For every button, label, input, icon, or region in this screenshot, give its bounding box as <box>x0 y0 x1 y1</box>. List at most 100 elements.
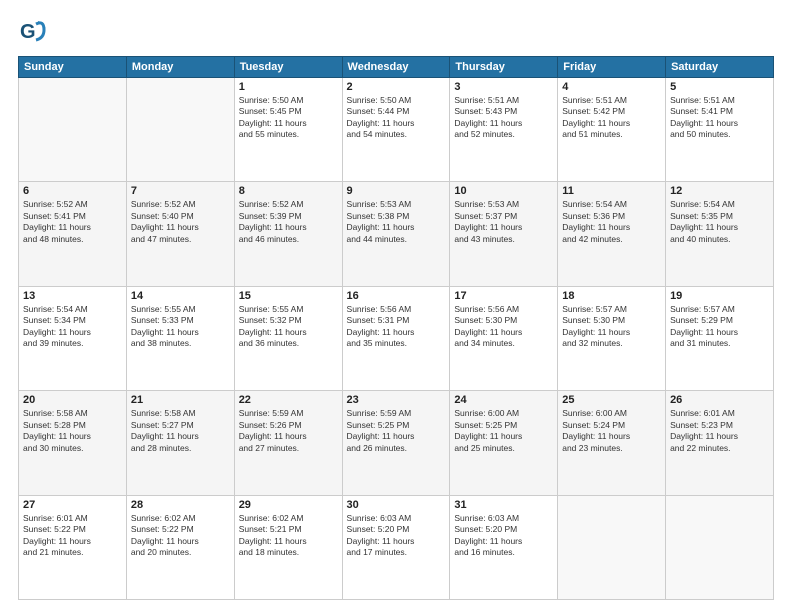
day-number: 3 <box>454 81 553 93</box>
calendar-day-cell: 4 Sunrise: 5:51 AM Sunset: 5:42 PM Daylig… <box>558 78 666 182</box>
calendar-day-cell: 25Sunrise: 6:00 AM Sunset: 5:24 PM Dayli… <box>558 391 666 495</box>
calendar-day-cell: 1Sunrise: 5:50 AM Sunset: 5:45 PM Daylig… <box>234 78 342 182</box>
calendar-day-cell <box>558 495 666 599</box>
day-info: Sunrise: 5:52 AM Sunset: 5:39 PM Dayligh… <box>239 199 338 245</box>
day-info: Sunrise: 5:56 AM Sunset: 5:31 PM Dayligh… <box>347 304 446 350</box>
day-number: 11 <box>562 185 661 197</box>
calendar-day-cell: 12 Sunrise: 5:54 AM Sunset: 5:35 PM Dayli… <box>666 182 774 286</box>
logo-icon: G <box>18 18 46 46</box>
day-number: 30 <box>347 499 446 511</box>
day-number: 9 <box>347 185 446 197</box>
day-number: 2 <box>347 81 446 93</box>
day-info: Sunrise: 6:01 AM Sunset: 5:22 PM Dayligh… <box>23 513 122 559</box>
calendar-day-cell: 22Sunrise: 5:59 AM Sunset: 5:26 PM Dayli… <box>234 391 342 495</box>
day-info: Sunrise: 5:58 AM Sunset: 5:27 PM Dayligh… <box>131 408 230 454</box>
day-info: Sunrise: 5:52 AM Sunset: 5:41 PM Dayligh… <box>23 199 122 245</box>
day-info: Sunrise: 5:54 AM Sunset: 5:36 PM Dayligh… <box>562 199 661 245</box>
day-info: Sunrise: 5:52 AM Sunset: 5:40 PM Dayligh… <box>131 199 230 245</box>
weekday-header-cell: Thursday <box>450 57 558 78</box>
calendar-day-cell: 3 Sunrise: 5:51 AM Sunset: 5:43 PM Daylig… <box>450 78 558 182</box>
weekday-header-cell: Friday <box>558 57 666 78</box>
calendar-day-cell: 31 Sunrise: 6:03 AM Sunset: 5:20 PM Dayli… <box>450 495 558 599</box>
svg-text:G: G <box>20 21 36 43</box>
day-info: Sunrise: 5:51 AM Sunset: 5:42 PM Dayligh… <box>562 95 661 141</box>
calendar-day-cell: 11 Sunrise: 5:54 AM Sunset: 5:36 PM Dayli… <box>558 182 666 286</box>
day-info: Sunrise: 5:51 AM Sunset: 5:41 PM Dayligh… <box>670 95 769 141</box>
calendar-day-cell: 21 Sunrise: 5:58 AM Sunset: 5:27 PM Dayli… <box>126 391 234 495</box>
calendar-day-cell: 17Sunrise: 5:56 AM Sunset: 5:30 PM Dayli… <box>450 286 558 390</box>
day-info: Sunrise: 6:03 AM Sunset: 5:20 PM Dayligh… <box>454 513 553 559</box>
day-number: 24 <box>454 394 553 406</box>
calendar-day-cell: 30 Sunrise: 6:03 AM Sunset: 5:20 PM Dayli… <box>342 495 450 599</box>
day-number: 8 <box>239 185 338 197</box>
day-number: 15 <box>239 290 338 302</box>
day-info: Sunrise: 5:54 AM Sunset: 5:35 PM Dayligh… <box>670 199 769 245</box>
day-number: 5 <box>670 81 769 93</box>
calendar-week-row: 1Sunrise: 5:50 AM Sunset: 5:45 PM Daylig… <box>19 78 774 182</box>
day-info: Sunrise: 6:03 AM Sunset: 5:20 PM Dayligh… <box>347 513 446 559</box>
day-info: Sunrise: 5:59 AM Sunset: 5:26 PM Dayligh… <box>239 408 338 454</box>
day-info: Sunrise: 5:59 AM Sunset: 5:25 PM Dayligh… <box>347 408 446 454</box>
calendar-day-cell: 26 Sunrise: 6:01 AM Sunset: 5:23 PM Dayli… <box>666 391 774 495</box>
day-info: Sunrise: 6:02 AM Sunset: 5:22 PM Dayligh… <box>131 513 230 559</box>
calendar-body: 1Sunrise: 5:50 AM Sunset: 5:45 PM Daylig… <box>19 78 774 600</box>
day-info: Sunrise: 5:57 AM Sunset: 5:29 PM Dayligh… <box>670 304 769 350</box>
day-info: Sunrise: 5:55 AM Sunset: 5:32 PM Dayligh… <box>239 304 338 350</box>
calendar-day-cell: 19 Sunrise: 5:57 AM Sunset: 5:29 PM Dayli… <box>666 286 774 390</box>
calendar-day-cell: 7 Sunrise: 5:52 AM Sunset: 5:40 PM Daylig… <box>126 182 234 286</box>
day-info: Sunrise: 5:53 AM Sunset: 5:37 PM Dayligh… <box>454 199 553 245</box>
calendar-week-row: 6 Sunrise: 5:52 AM Sunset: 5:41 PM Daylig… <box>19 182 774 286</box>
weekday-header-cell: Tuesday <box>234 57 342 78</box>
day-number: 16 <box>347 290 446 302</box>
day-number: 6 <box>23 185 122 197</box>
day-number: 31 <box>454 499 553 511</box>
calendar-day-cell: 24 Sunrise: 6:00 AM Sunset: 5:25 PM Dayli… <box>450 391 558 495</box>
day-number: 10 <box>454 185 553 197</box>
day-number: 27 <box>23 499 122 511</box>
calendar-day-cell: 29Sunrise: 6:02 AM Sunset: 5:21 PM Dayli… <box>234 495 342 599</box>
weekday-header-row: SundayMondayTuesdayWednesdayThursdayFrid… <box>19 57 774 78</box>
day-number: 14 <box>131 290 230 302</box>
logo: G <box>18 18 48 46</box>
page: G SundayMondayTuesdayWednesdayThursdayFr… <box>0 0 792 612</box>
day-info: Sunrise: 6:00 AM Sunset: 5:24 PM Dayligh… <box>562 408 661 454</box>
calendar-day-cell <box>126 78 234 182</box>
day-number: 26 <box>670 394 769 406</box>
day-number: 23 <box>347 394 446 406</box>
day-number: 12 <box>670 185 769 197</box>
day-info: Sunrise: 5:50 AM Sunset: 5:44 PM Dayligh… <box>347 95 446 141</box>
calendar-day-cell: 5 Sunrise: 5:51 AM Sunset: 5:41 PM Daylig… <box>666 78 774 182</box>
calendar-day-cell: 27 Sunrise: 6:01 AM Sunset: 5:22 PM Dayli… <box>19 495 127 599</box>
day-info: Sunrise: 5:53 AM Sunset: 5:38 PM Dayligh… <box>347 199 446 245</box>
calendar-day-cell <box>666 495 774 599</box>
weekday-header-cell: Saturday <box>666 57 774 78</box>
calendar-week-row: 27 Sunrise: 6:01 AM Sunset: 5:22 PM Dayli… <box>19 495 774 599</box>
day-info: Sunrise: 6:01 AM Sunset: 5:23 PM Dayligh… <box>670 408 769 454</box>
calendar-day-cell: 28 Sunrise: 6:02 AM Sunset: 5:22 PM Dayli… <box>126 495 234 599</box>
calendar-day-cell: 2 Sunrise: 5:50 AM Sunset: 5:44 PM Daylig… <box>342 78 450 182</box>
day-info: Sunrise: 5:51 AM Sunset: 5:43 PM Dayligh… <box>454 95 553 141</box>
calendar-day-cell: 8 Sunrise: 5:52 AM Sunset: 5:39 PM Daylig… <box>234 182 342 286</box>
day-info: Sunrise: 5:58 AM Sunset: 5:28 PM Dayligh… <box>23 408 122 454</box>
calendar-day-cell <box>19 78 127 182</box>
day-number: 17 <box>454 290 553 302</box>
calendar-day-cell: 18Sunrise: 5:57 AM Sunset: 5:30 PM Dayli… <box>558 286 666 390</box>
calendar-day-cell: 16 Sunrise: 5:56 AM Sunset: 5:31 PM Dayli… <box>342 286 450 390</box>
calendar-week-row: 13Sunrise: 5:54 AM Sunset: 5:34 PM Dayli… <box>19 286 774 390</box>
day-info: Sunrise: 6:00 AM Sunset: 5:25 PM Dayligh… <box>454 408 553 454</box>
calendar-day-cell: 9 Sunrise: 5:53 AM Sunset: 5:38 PM Daylig… <box>342 182 450 286</box>
day-number: 7 <box>131 185 230 197</box>
day-info: Sunrise: 5:55 AM Sunset: 5:33 PM Dayligh… <box>131 304 230 350</box>
calendar-day-cell: 14 Sunrise: 5:55 AM Sunset: 5:33 PM Dayli… <box>126 286 234 390</box>
day-number: 28 <box>131 499 230 511</box>
day-info: Sunrise: 6:02 AM Sunset: 5:21 PM Dayligh… <box>239 513 338 559</box>
day-number: 21 <box>131 394 230 406</box>
calendar-table: SundayMondayTuesdayWednesdayThursdayFrid… <box>18 56 774 600</box>
header: G <box>18 18 774 46</box>
day-number: 1 <box>239 81 338 93</box>
calendar-week-row: 20 Sunrise: 5:58 AM Sunset: 5:28 PM Dayli… <box>19 391 774 495</box>
day-number: 19 <box>670 290 769 302</box>
day-number: 20 <box>23 394 122 406</box>
day-number: 4 <box>562 81 661 93</box>
weekday-header-cell: Wednesday <box>342 57 450 78</box>
